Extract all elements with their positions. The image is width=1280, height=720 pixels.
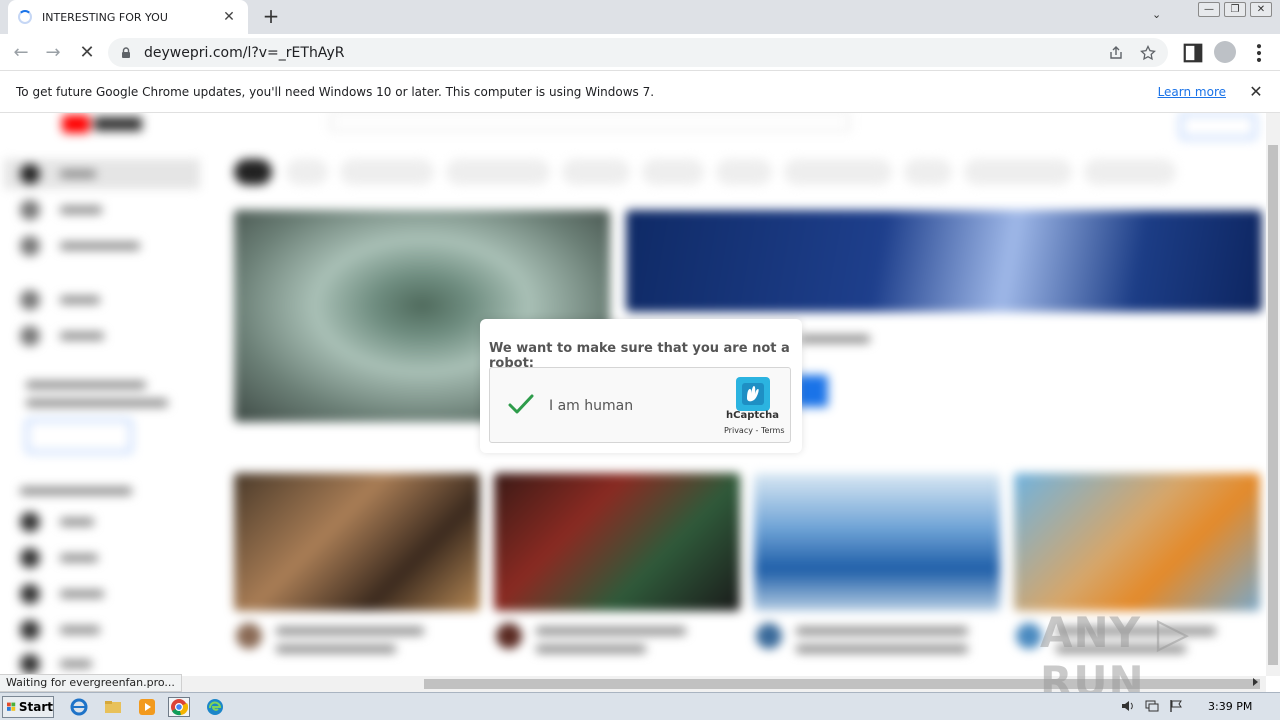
blurred-text bbox=[796, 627, 968, 635]
blurred-channel-avatar bbox=[756, 623, 782, 649]
blurred-sidebar-item bbox=[20, 325, 200, 347]
ie-icon[interactable] bbox=[68, 697, 90, 717]
blurred-chip bbox=[562, 159, 630, 185]
blurred-video-thumb bbox=[234, 473, 480, 611]
blurred-channel-avatar bbox=[236, 623, 262, 649]
blurred-channel-avatar bbox=[1016, 623, 1042, 649]
restore-button[interactable]: ❐ bbox=[1224, 2, 1246, 17]
blurred-sidebar-item bbox=[20, 199, 200, 221]
blurred-text bbox=[20, 487, 132, 495]
blurred-sidebar-item bbox=[20, 619, 200, 641]
forward-button[interactable]: → bbox=[42, 42, 64, 64]
minimize-button[interactable]: — bbox=[1198, 2, 1220, 17]
volume-icon[interactable] bbox=[1120, 698, 1136, 714]
blurred-sidebar-item bbox=[20, 583, 200, 605]
blurred-text bbox=[26, 381, 146, 389]
tab-active[interactable]: INTERESTING FOR YOU ✕ bbox=[8, 0, 248, 34]
blurred-chip bbox=[1084, 159, 1176, 185]
blurred-sidebar-item bbox=[20, 653, 200, 675]
blurred-sidebar-item bbox=[20, 547, 200, 569]
youtube-logo-icon bbox=[62, 115, 90, 133]
chrome-icon[interactable] bbox=[168, 697, 190, 717]
blurred-sidebar-item bbox=[20, 235, 200, 257]
blurred-sidebar-item bbox=[20, 511, 200, 533]
share-icon[interactable] bbox=[1104, 45, 1128, 61]
blurred-chip bbox=[904, 159, 952, 185]
clock[interactable]: 3:39 PM bbox=[1208, 700, 1252, 713]
blurred-sign-in bbox=[1180, 113, 1256, 139]
infobar-close-icon[interactable]: ✕ bbox=[1244, 82, 1268, 101]
blurred-chip bbox=[286, 159, 328, 185]
blurred-chip bbox=[340, 159, 434, 185]
blurred-sidebar-item bbox=[20, 289, 200, 311]
blurred-text bbox=[276, 645, 396, 653]
blurred-video-thumb bbox=[754, 473, 1000, 611]
loading-spinner-icon bbox=[18, 10, 32, 24]
youtube-logo-wordmark bbox=[94, 117, 142, 131]
windows-taskbar: Start 3:39 PM bbox=[0, 692, 1280, 720]
menu-kebab-icon[interactable] bbox=[1248, 42, 1270, 64]
learn-more-link[interactable]: Learn more bbox=[1158, 85, 1226, 99]
blurred-chip bbox=[964, 159, 1072, 185]
blurred-text bbox=[26, 399, 168, 407]
side-panel-icon[interactable] bbox=[1182, 42, 1204, 64]
media-player-icon[interactable] bbox=[136, 697, 158, 717]
hcaptcha-widget[interactable]: I am human hCaptcha Privacy - Terms bbox=[489, 367, 791, 443]
blurred-text bbox=[800, 335, 870, 343]
blurred-chip bbox=[234, 159, 272, 185]
checkmark-icon[interactable] bbox=[507, 393, 535, 417]
blurred-banner-ad bbox=[626, 210, 1262, 312]
profile-avatar-icon[interactable] bbox=[1214, 41, 1236, 63]
blurred-chip bbox=[446, 159, 550, 185]
new-tab-button[interactable]: + bbox=[260, 5, 282, 27]
blurred-channel-avatar bbox=[496, 623, 522, 649]
blurred-chip bbox=[716, 159, 772, 185]
status-bubble: Waiting for evergreenfan.pro... bbox=[0, 674, 182, 692]
captcha-dialog: We want to make sure that you are not a … bbox=[480, 319, 802, 453]
blurred-chip bbox=[784, 159, 892, 185]
blurred-sidebar-item bbox=[20, 163, 200, 185]
blurred-search-box bbox=[330, 113, 850, 131]
tab-search-icon[interactable]: ⌄ bbox=[1152, 8, 1161, 21]
screen: INTERESTING FOR YOU ✕ + ⌄ — ❐ ✕ ← → ✕ de… bbox=[0, 0, 1280, 720]
hcaptcha-logo-icon bbox=[736, 377, 770, 411]
vertical-scroll-thumb[interactable] bbox=[1268, 145, 1278, 665]
edge-icon[interactable] bbox=[204, 697, 226, 717]
explorer-icon[interactable] bbox=[102, 697, 124, 717]
update-infobar: To get future Google Chrome updates, you… bbox=[0, 71, 1280, 113]
blurred-chip bbox=[642, 159, 704, 185]
close-window-button[interactable]: ✕ bbox=[1250, 2, 1272, 17]
action-center-flag-icon[interactable] bbox=[1168, 698, 1184, 714]
hcaptcha-brand: hCaptcha bbox=[726, 410, 779, 421]
blurred-sidebar-signin bbox=[26, 419, 132, 453]
address-bar[interactable]: deywepri.com/l?v=_rEThAyR bbox=[108, 38, 1168, 67]
blurred-text bbox=[536, 645, 646, 653]
vertical-scrollbar[interactable] bbox=[1266, 113, 1280, 676]
tab-close-icon[interactable]: ✕ bbox=[220, 9, 238, 25]
hcaptcha-privacy-terms[interactable]: Privacy - Terms bbox=[724, 426, 785, 435]
url-text[interactable]: deywepri.com/l?v=_rEThAyR bbox=[144, 45, 1104, 61]
system-tray bbox=[1120, 698, 1184, 714]
bookmark-star-icon[interactable] bbox=[1136, 44, 1160, 61]
blurred-video-thumb bbox=[1014, 473, 1260, 611]
tab-strip: INTERESTING FOR YOU ✕ + ⌄ — ❐ ✕ bbox=[0, 0, 1280, 34]
blurred-video-thumb bbox=[494, 473, 740, 611]
start-button[interactable]: Start bbox=[2, 696, 54, 718]
back-button[interactable]: ← bbox=[10, 42, 32, 64]
browser-toolbar: ← → ✕ deywepri.com/l?v=_rEThAyR bbox=[0, 34, 1280, 71]
start-label: Start bbox=[18, 700, 53, 714]
window-controls: — ❐ ✕ bbox=[1198, 2, 1272, 17]
blurred-text bbox=[796, 645, 968, 653]
network-icon[interactable] bbox=[1144, 698, 1160, 714]
windows-logo-icon bbox=[7, 702, 16, 711]
lock-icon[interactable] bbox=[120, 46, 132, 59]
tab-title: INTERESTING FOR YOU bbox=[42, 10, 168, 24]
blurred-text bbox=[536, 627, 686, 635]
blurred-text bbox=[276, 627, 424, 635]
stop-button[interactable]: ✕ bbox=[76, 42, 98, 64]
infobar-message: To get future Google Chrome updates, you… bbox=[16, 84, 655, 99]
i-am-human-label[interactable]: I am human bbox=[549, 398, 633, 414]
